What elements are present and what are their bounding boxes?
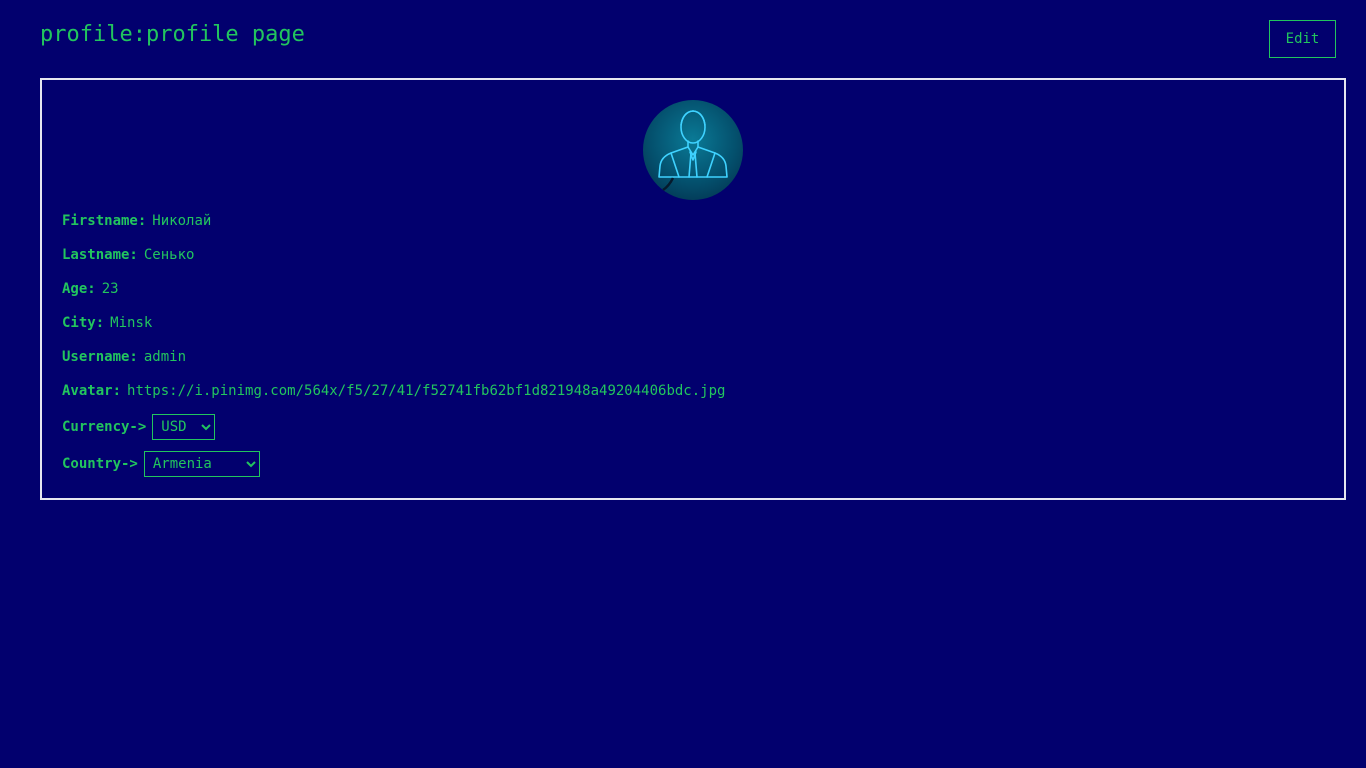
age-label: Age: (62, 281, 96, 297)
avatar-url-value: https://i.pinimg.com/564x/f5/27/41/f5274… (127, 383, 726, 399)
page-title: profile:profile page (40, 22, 305, 47)
firstname-field: Firstname: Николай (62, 211, 211, 231)
age-field: Age: 23 (62, 279, 119, 299)
firstname-label: Firstname: (62, 213, 147, 229)
username-value: admin (143, 349, 187, 365)
currency-label: Currency-> (62, 419, 147, 435)
currency-field: Currency-> USD (62, 414, 216, 440)
edit-button[interactable]: Edit (1269, 20, 1336, 58)
avatar (643, 100, 743, 200)
firstname-value: Николай (152, 213, 212, 229)
username-label: Username: (62, 349, 138, 365)
page-header: profile:profile page Edit (40, 20, 1336, 60)
currency-select[interactable]: USD (152, 414, 216, 440)
lastname-value: Сенько (143, 247, 195, 263)
country-field: Country-> Armenia (62, 451, 260, 477)
lastname-label: Lastname: (62, 247, 138, 263)
lastname-field: Lastname: Сенько (62, 245, 194, 265)
age-value: 23 (101, 281, 119, 297)
city-value: Minsk (110, 315, 153, 331)
city-label: City: (62, 315, 105, 331)
username-field: Username: admin (62, 347, 186, 367)
city-field: City: Minsk (62, 313, 152, 333)
user-avatar-icon (658, 110, 728, 192)
avatar-url-field: Avatar: https://i.pinimg.com/564x/f5/27/4… (62, 381, 725, 401)
avatar-url-label: Avatar: (62, 383, 122, 399)
country-label: Country-> (62, 456, 138, 472)
profile-card: Firstname: Николай Lastname: Сенько Age: 23… (40, 78, 1346, 500)
country-select[interactable]: Armenia (143, 451, 260, 477)
